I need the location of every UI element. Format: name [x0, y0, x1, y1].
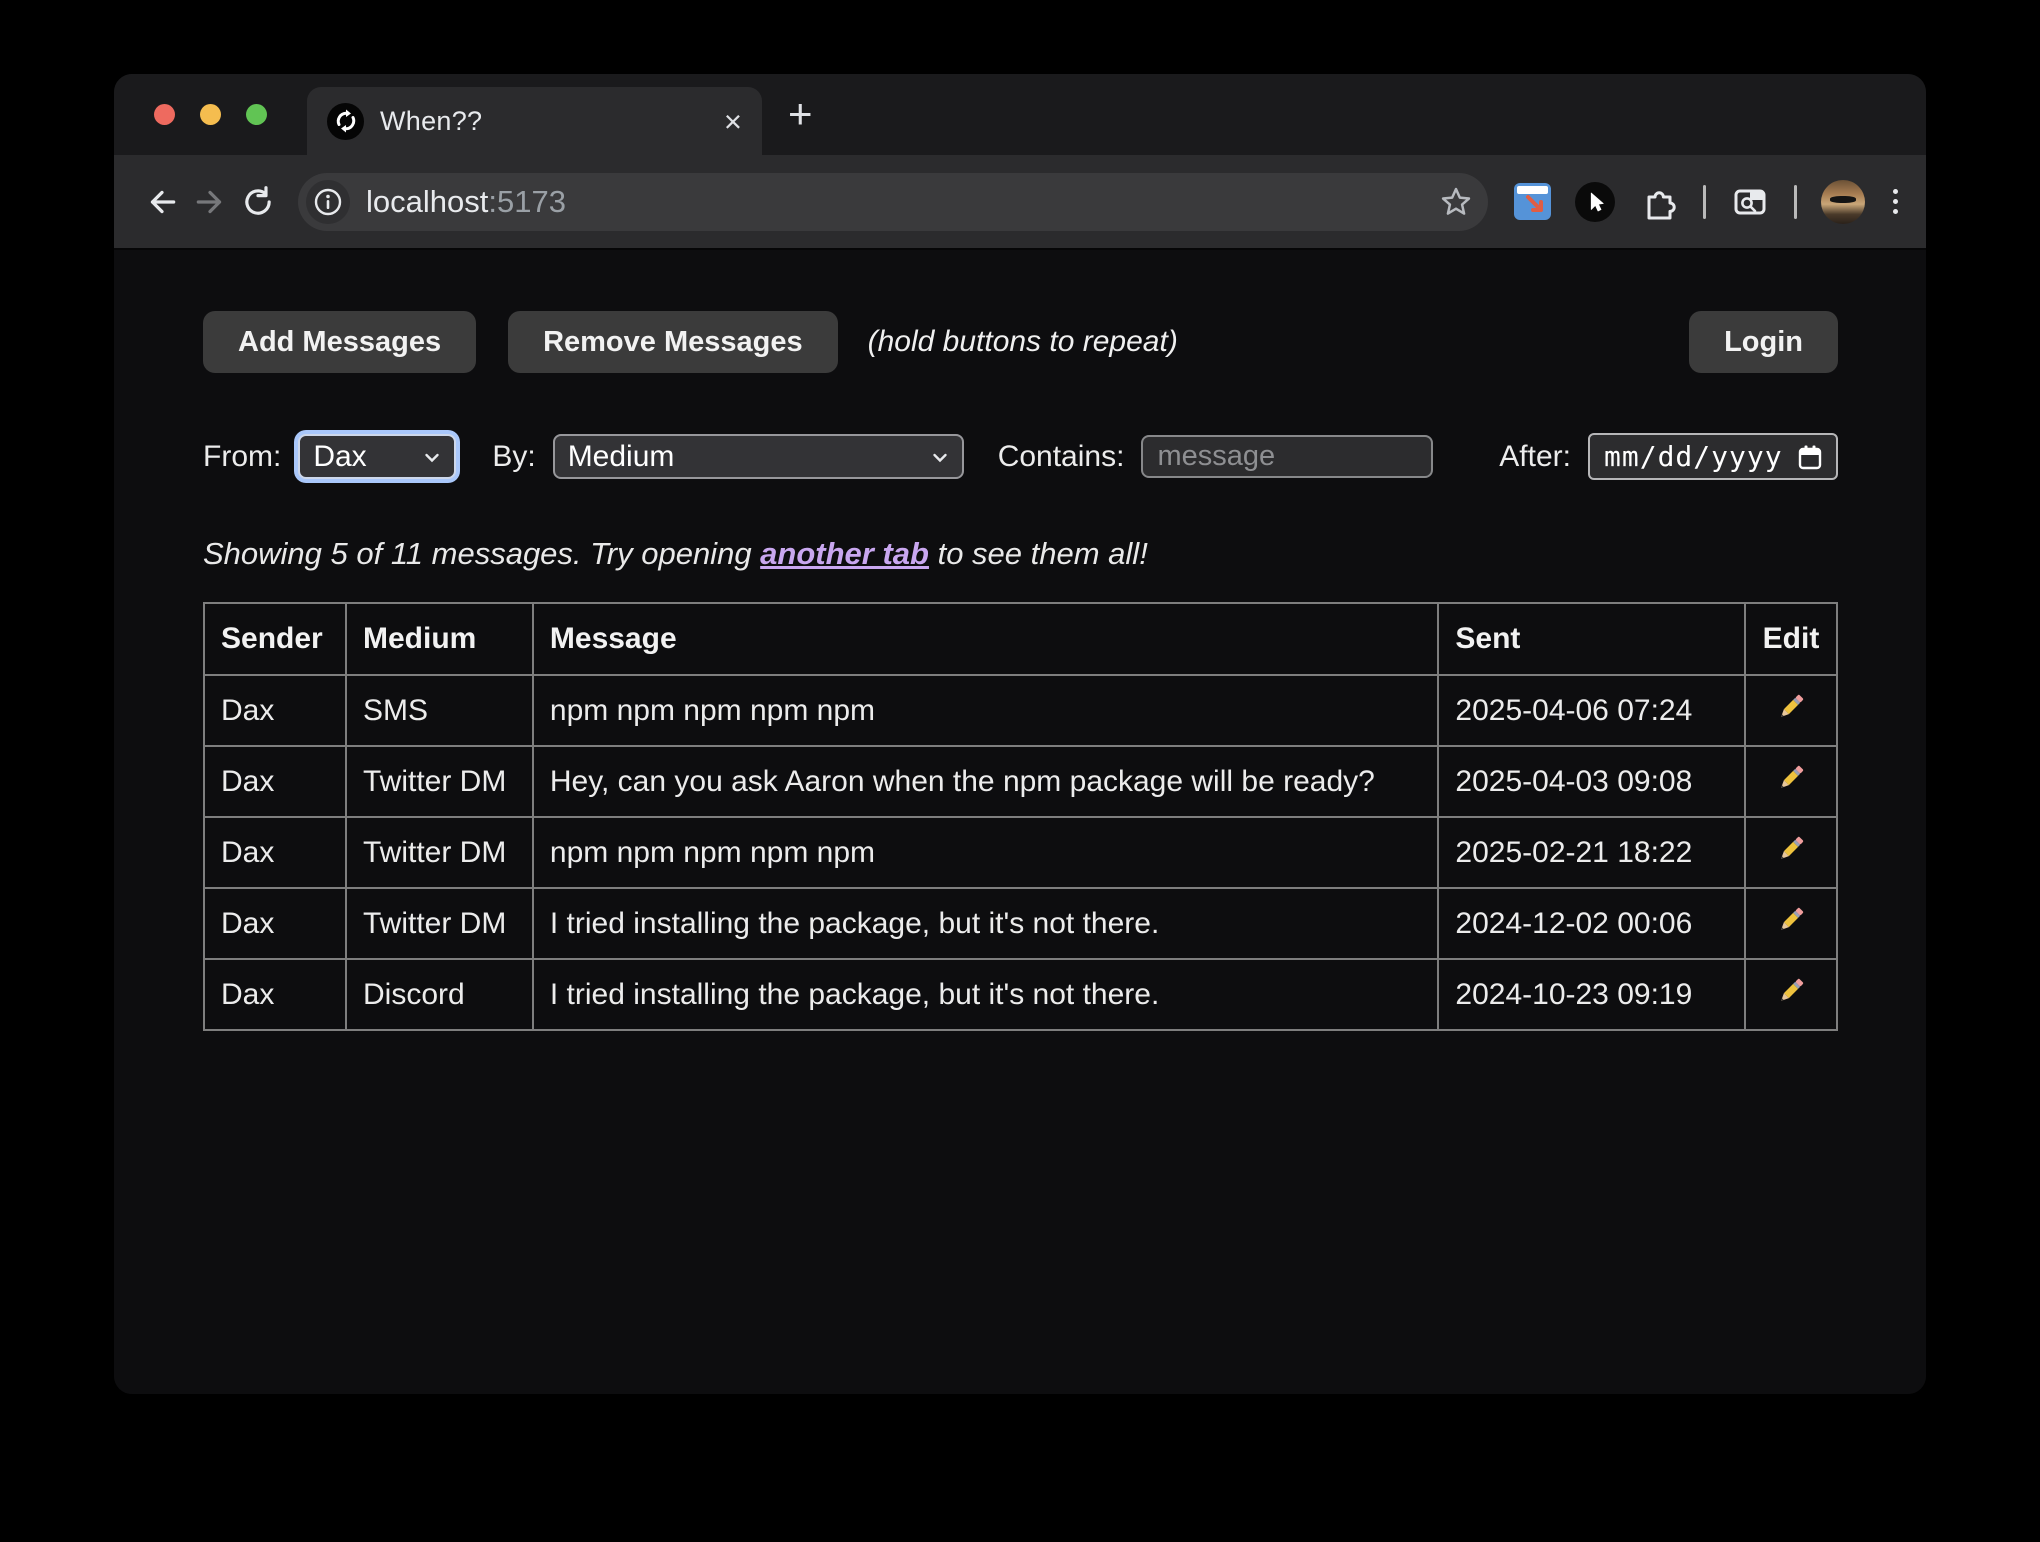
- contains-input[interactable]: [1141, 435, 1433, 478]
- zoom-window-button[interactable]: [246, 104, 267, 125]
- add-messages-button[interactable]: Add Messages: [203, 311, 476, 373]
- url-bar[interactable]: localhost:5173: [298, 173, 1488, 231]
- login-button[interactable]: Login: [1689, 311, 1838, 373]
- edit-button[interactable]: [1745, 675, 1837, 746]
- info-icon[interactable]: [306, 180, 350, 224]
- filters-row: From: Dax By: Medium Contains: After: mm…: [203, 433, 1838, 480]
- profile-avatar[interactable]: [1821, 180, 1865, 224]
- tab-title: When??: [380, 106, 708, 137]
- chevron-down-icon: [420, 445, 444, 469]
- cell-message: npm npm npm npm npm: [533, 817, 1439, 888]
- by-label: By:: [492, 440, 535, 474]
- menu-dots-icon[interactable]: [1889, 185, 1902, 218]
- sync-icon: [327, 103, 364, 140]
- extensions-puzzle-icon[interactable]: [1639, 182, 1679, 222]
- table-row: Dax Twitter DM npm npm npm npm npm 2025-…: [204, 817, 1837, 888]
- toolbar-divider: [1703, 185, 1706, 219]
- cell-sender: Dax: [204, 746, 346, 817]
- date-placeholder: mm/dd/yyyy: [1604, 440, 1796, 473]
- col-message: Message: [533, 603, 1439, 675]
- contains-label: Contains:: [998, 440, 1125, 474]
- minimize-window-button[interactable]: [200, 104, 221, 125]
- pencil-icon: [1773, 760, 1809, 796]
- cell-sent: 2025-02-21 18:22: [1438, 817, 1745, 888]
- cell-sender: Dax: [204, 817, 346, 888]
- url-port: :5173: [488, 184, 566, 219]
- tab-strip: When?? × +: [114, 74, 1926, 155]
- table-row: Dax SMS npm npm npm npm npm 2025-04-06 0…: [204, 675, 1837, 746]
- cell-message: I tried installing the package, but it's…: [533, 888, 1439, 959]
- cell-sender: Dax: [204, 888, 346, 959]
- by-select-value: Medium: [568, 440, 928, 474]
- toolbar-divider: [1794, 185, 1797, 219]
- cell-medium: Discord: [346, 959, 533, 1030]
- table-row: Dax Twitter DM Hey, can you ask Aaron wh…: [204, 746, 1837, 817]
- from-label: From:: [203, 440, 281, 474]
- cell-sender: Dax: [204, 675, 346, 746]
- url-host: localhost: [366, 184, 488, 219]
- cell-medium: Twitter DM: [346, 888, 533, 959]
- status-after: to see them all!: [929, 536, 1148, 571]
- actions-row: Add Messages Remove Messages (hold butto…: [203, 311, 1838, 373]
- hold-hint-text: (hold buttons to repeat): [868, 325, 1178, 359]
- col-edit: Edit: [1745, 603, 1837, 675]
- messages-table: Sender Medium Message Sent Edit Dax SMS …: [203, 602, 1838, 1031]
- cell-message: I tried installing the package, but it's…: [533, 959, 1439, 1030]
- remove-messages-button[interactable]: Remove Messages: [508, 311, 838, 373]
- from-select[interactable]: Dax: [298, 434, 456, 479]
- chevron-down-icon: [928, 445, 952, 469]
- edit-button[interactable]: [1745, 746, 1837, 817]
- star-icon[interactable]: [1438, 184, 1474, 220]
- edit-button[interactable]: [1745, 959, 1837, 1030]
- status-line: Showing 5 of 11 messages. Try opening an…: [203, 536, 1838, 572]
- back-icon[interactable]: [138, 178, 186, 226]
- close-window-button[interactable]: [154, 104, 175, 125]
- traffic-lights: [154, 104, 267, 125]
- cell-medium: Twitter DM: [346, 746, 533, 817]
- cell-sender: Dax: [204, 959, 346, 1030]
- cell-sent: 2024-12-02 00:06: [1438, 888, 1745, 959]
- calendar-icon[interactable]: [1796, 443, 1824, 471]
- browser-toolbar: localhost:5173: [114, 155, 1926, 250]
- browser-window: When?? × +: [114, 74, 1926, 1394]
- another-tab-link[interactable]: another tab: [760, 536, 929, 571]
- cell-sent: 2024-10-23 09:19: [1438, 959, 1745, 1030]
- cell-message: Hey, can you ask Aaron when the npm pack…: [533, 746, 1439, 817]
- toolbar-icons: [1514, 180, 1902, 224]
- table-row: Dax Twitter DM I tried installing the pa…: [204, 888, 1837, 959]
- edit-button[interactable]: [1745, 888, 1837, 959]
- tab-search-icon[interactable]: [1730, 182, 1770, 222]
- col-medium: Medium: [346, 603, 533, 675]
- table-header-row: Sender Medium Message Sent Edit: [204, 603, 1837, 675]
- from-select-value: Dax: [313, 440, 420, 474]
- col-sent: Sent: [1438, 603, 1745, 675]
- edit-button[interactable]: [1745, 817, 1837, 888]
- pencil-icon: [1773, 831, 1809, 867]
- cursor-extension-icon[interactable]: [1575, 182, 1615, 222]
- reload-icon[interactable]: [234, 178, 282, 226]
- pencil-icon: [1773, 689, 1809, 725]
- window-resizer-extension-icon[interactable]: [1514, 183, 1551, 220]
- col-sender: Sender: [204, 603, 346, 675]
- url-text: localhost:5173: [366, 184, 566, 220]
- after-group: After: mm/dd/yyyy: [1499, 433, 1838, 480]
- tab-when[interactable]: When?? ×: [307, 87, 762, 155]
- pencil-icon: [1773, 973, 1809, 1009]
- cell-medium: Twitter DM: [346, 817, 533, 888]
- pencil-icon: [1773, 902, 1809, 938]
- status-before: Showing 5 of 11 messages. Try opening: [203, 536, 760, 571]
- after-date-input[interactable]: mm/dd/yyyy: [1588, 433, 1838, 480]
- cell-medium: SMS: [346, 675, 533, 746]
- tab-close-icon[interactable]: ×: [724, 106, 742, 137]
- new-tab-button[interactable]: +: [788, 93, 813, 135]
- after-label: After:: [1499, 440, 1571, 474]
- cell-sent: 2025-04-03 09:08: [1438, 746, 1745, 817]
- forward-icon[interactable]: [186, 178, 234, 226]
- page-content: Add Messages Remove Messages (hold butto…: [114, 250, 1926, 1394]
- cell-sent: 2025-04-06 07:24: [1438, 675, 1745, 746]
- cell-message: npm npm npm npm npm: [533, 675, 1439, 746]
- by-select[interactable]: Medium: [553, 434, 964, 479]
- table-row: Dax Discord I tried installing the packa…: [204, 959, 1837, 1030]
